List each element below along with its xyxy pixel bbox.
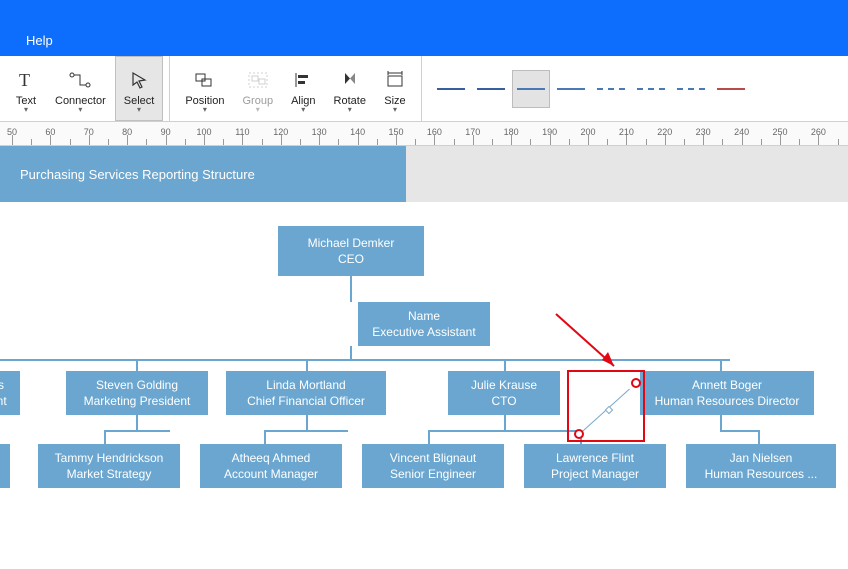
node-cto[interactable]: Julie Krause CTO: [448, 371, 560, 415]
node-account-manager[interactable]: Atheeq Ahmed Account Manager: [200, 444, 342, 488]
line-style-swatch[interactable]: [472, 70, 510, 108]
connector-line: [720, 430, 760, 432]
canvas-margin: [406, 146, 848, 202]
connector-line: [350, 346, 352, 360]
node-market-strategy[interactable]: Tammy Hendrickson Market Strategy: [38, 444, 180, 488]
connector-line: [104, 430, 106, 444]
line-style-swatch[interactable]: [432, 70, 470, 108]
diagram-title: Purchasing Services Reporting Structure: [20, 167, 255, 182]
ruler-label: 60: [45, 127, 55, 137]
annotation-arrow: [552, 310, 632, 380]
ruler-label: 160: [427, 127, 442, 137]
connector-line: [504, 359, 506, 371]
connector-tool-button[interactable]: Connector ▾: [46, 56, 115, 121]
connector-line: [350, 276, 352, 302]
ruler-label: 200: [580, 127, 595, 137]
connector-line: [136, 415, 138, 431]
connector-line: [264, 430, 348, 432]
new-connector-line[interactable]: [579, 389, 630, 435]
line-style-gallery: [422, 56, 760, 121]
connector-line: [720, 415, 722, 431]
cursor-icon: [129, 67, 149, 93]
ruler-label: 260: [811, 127, 826, 137]
connector-endpoint-start[interactable]: [574, 429, 584, 439]
ruler-label: 150: [388, 127, 403, 137]
text-icon: T: [16, 67, 36, 93]
ruler-label: 50: [7, 127, 17, 137]
ruler-label: 170: [465, 127, 480, 137]
ruler-label: 220: [657, 127, 672, 137]
group-icon: [247, 67, 269, 93]
connector-line: [264, 430, 266, 444]
node-ceo[interactable]: Michael Demker CEO: [278, 226, 424, 276]
select-tool-button[interactable]: Select ▾: [115, 56, 164, 121]
ruler-label: 120: [273, 127, 288, 137]
ruler-label: 130: [312, 127, 327, 137]
diagram-title-block[interactable]: Purchasing Services Reporting Structure: [0, 146, 406, 202]
text-tool-button[interactable]: T Text ▾: [6, 56, 46, 121]
ruler-label: 110: [235, 127, 249, 137]
group-button: Group ▾: [233, 56, 282, 121]
ribbon: T Text ▾ Connector ▾ Select ▾ Position ▾: [0, 56, 848, 122]
connector-line: [306, 359, 308, 371]
connector-line: [504, 415, 506, 431]
size-icon: [385, 67, 405, 93]
node-cfo[interactable]: Linda Mortland Chief Financial Officer: [226, 371, 386, 415]
ruler-label: 210: [619, 127, 634, 137]
connector-line: [306, 415, 308, 431]
connector-endpoint-end[interactable]: [631, 378, 641, 388]
node-senior-engineer[interactable]: Vincent Blignaut Senior Engineer: [362, 444, 504, 488]
position-icon: [194, 67, 216, 93]
line-style-swatch[interactable]: [632, 70, 670, 108]
size-button[interactable]: Size ▾: [375, 56, 415, 121]
line-style-swatch[interactable]: [552, 70, 590, 108]
help-menu[interactable]: Help: [26, 33, 53, 48]
ruler-label: 90: [161, 127, 171, 137]
selection-bounding-box[interactable]: [567, 370, 645, 442]
ruler-label: 80: [122, 127, 132, 137]
connector-line: [104, 430, 170, 432]
connector-line: [758, 430, 760, 444]
ruler-label: 190: [542, 127, 557, 137]
ruler-label: 180: [504, 127, 519, 137]
ruler-label: 100: [196, 127, 211, 137]
node-partial-left[interactable]: elis dent: [0, 371, 20, 415]
connector-line: [136, 359, 138, 371]
line-style-swatch[interactable]: [592, 70, 630, 108]
titlebar: Help: [0, 0, 848, 56]
ruler-label: 250: [772, 127, 787, 137]
align-button[interactable]: Align ▾: [282, 56, 324, 121]
svg-text:T: T: [19, 70, 30, 90]
connector-line: [720, 359, 722, 371]
rotate-button[interactable]: Rotate ▾: [325, 56, 375, 121]
ruler-label: 230: [696, 127, 711, 137]
canvas[interactable]: Purchasing Services Reporting Structure …: [0, 146, 848, 569]
align-icon: [293, 67, 313, 93]
connector-line: [428, 430, 582, 432]
connector-icon: [68, 67, 92, 93]
node-ea[interactable]: Name Executive Assistant: [358, 302, 490, 346]
node-partial-left2[interactable]: [0, 444, 10, 488]
connector-midpoint-handle[interactable]: [605, 406, 613, 414]
line-style-swatch[interactable]: [712, 70, 750, 108]
line-style-swatch[interactable]: [672, 70, 710, 108]
node-hr[interactable]: Annett Boger Human Resources Director: [640, 371, 814, 415]
line-style-swatch[interactable]: [512, 70, 550, 108]
ruler-label: 70: [84, 127, 94, 137]
ruler-label: 140: [350, 127, 365, 137]
node-marketing[interactable]: Steven Golding Marketing President: [66, 371, 208, 415]
node-hr-staff[interactable]: Jan Nielsen Human Resources ...: [686, 444, 836, 488]
ruler-label: 240: [734, 127, 749, 137]
node-project-manager[interactable]: Lawrence Flint Project Manager: [524, 444, 666, 488]
rotate-icon: [339, 67, 361, 93]
position-button[interactable]: Position ▾: [176, 56, 233, 121]
connector-line: [428, 430, 430, 444]
horizontal-ruler: 50 60 70 80 90 100 110 120 130 140 150 160 170 180 190…: [0, 122, 848, 146]
